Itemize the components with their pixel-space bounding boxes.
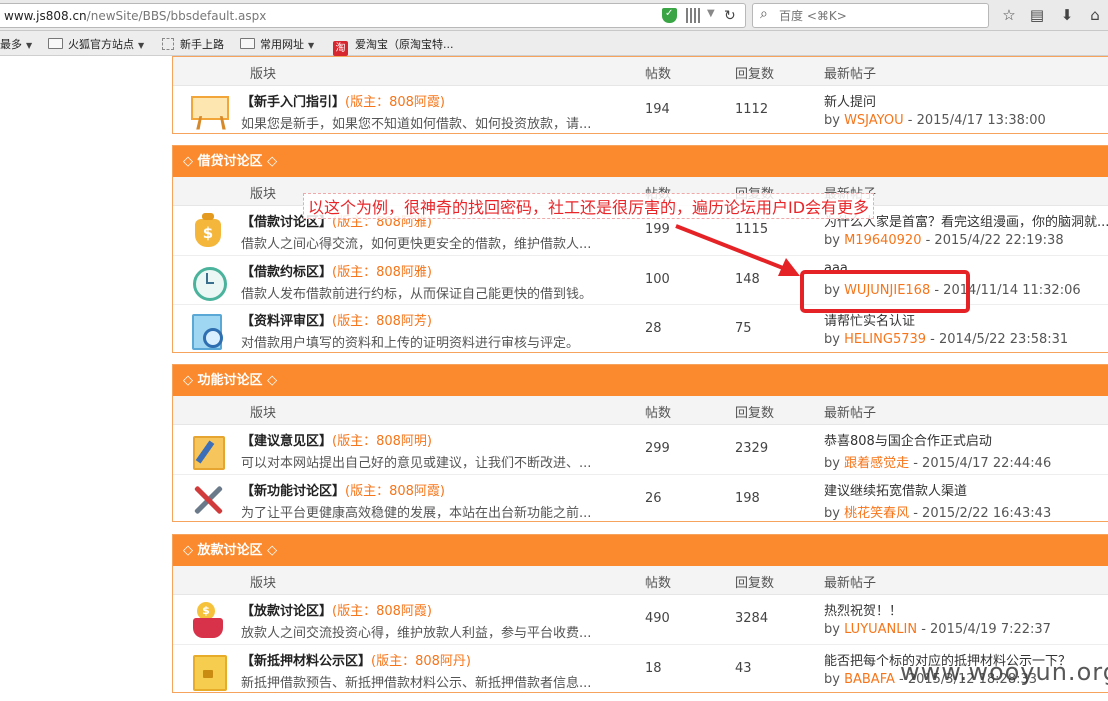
watermark: www.wooyun.org (900, 658, 1108, 686)
annotation-arrow (675, 224, 800, 276)
annotation-highlight-box (800, 270, 970, 313)
